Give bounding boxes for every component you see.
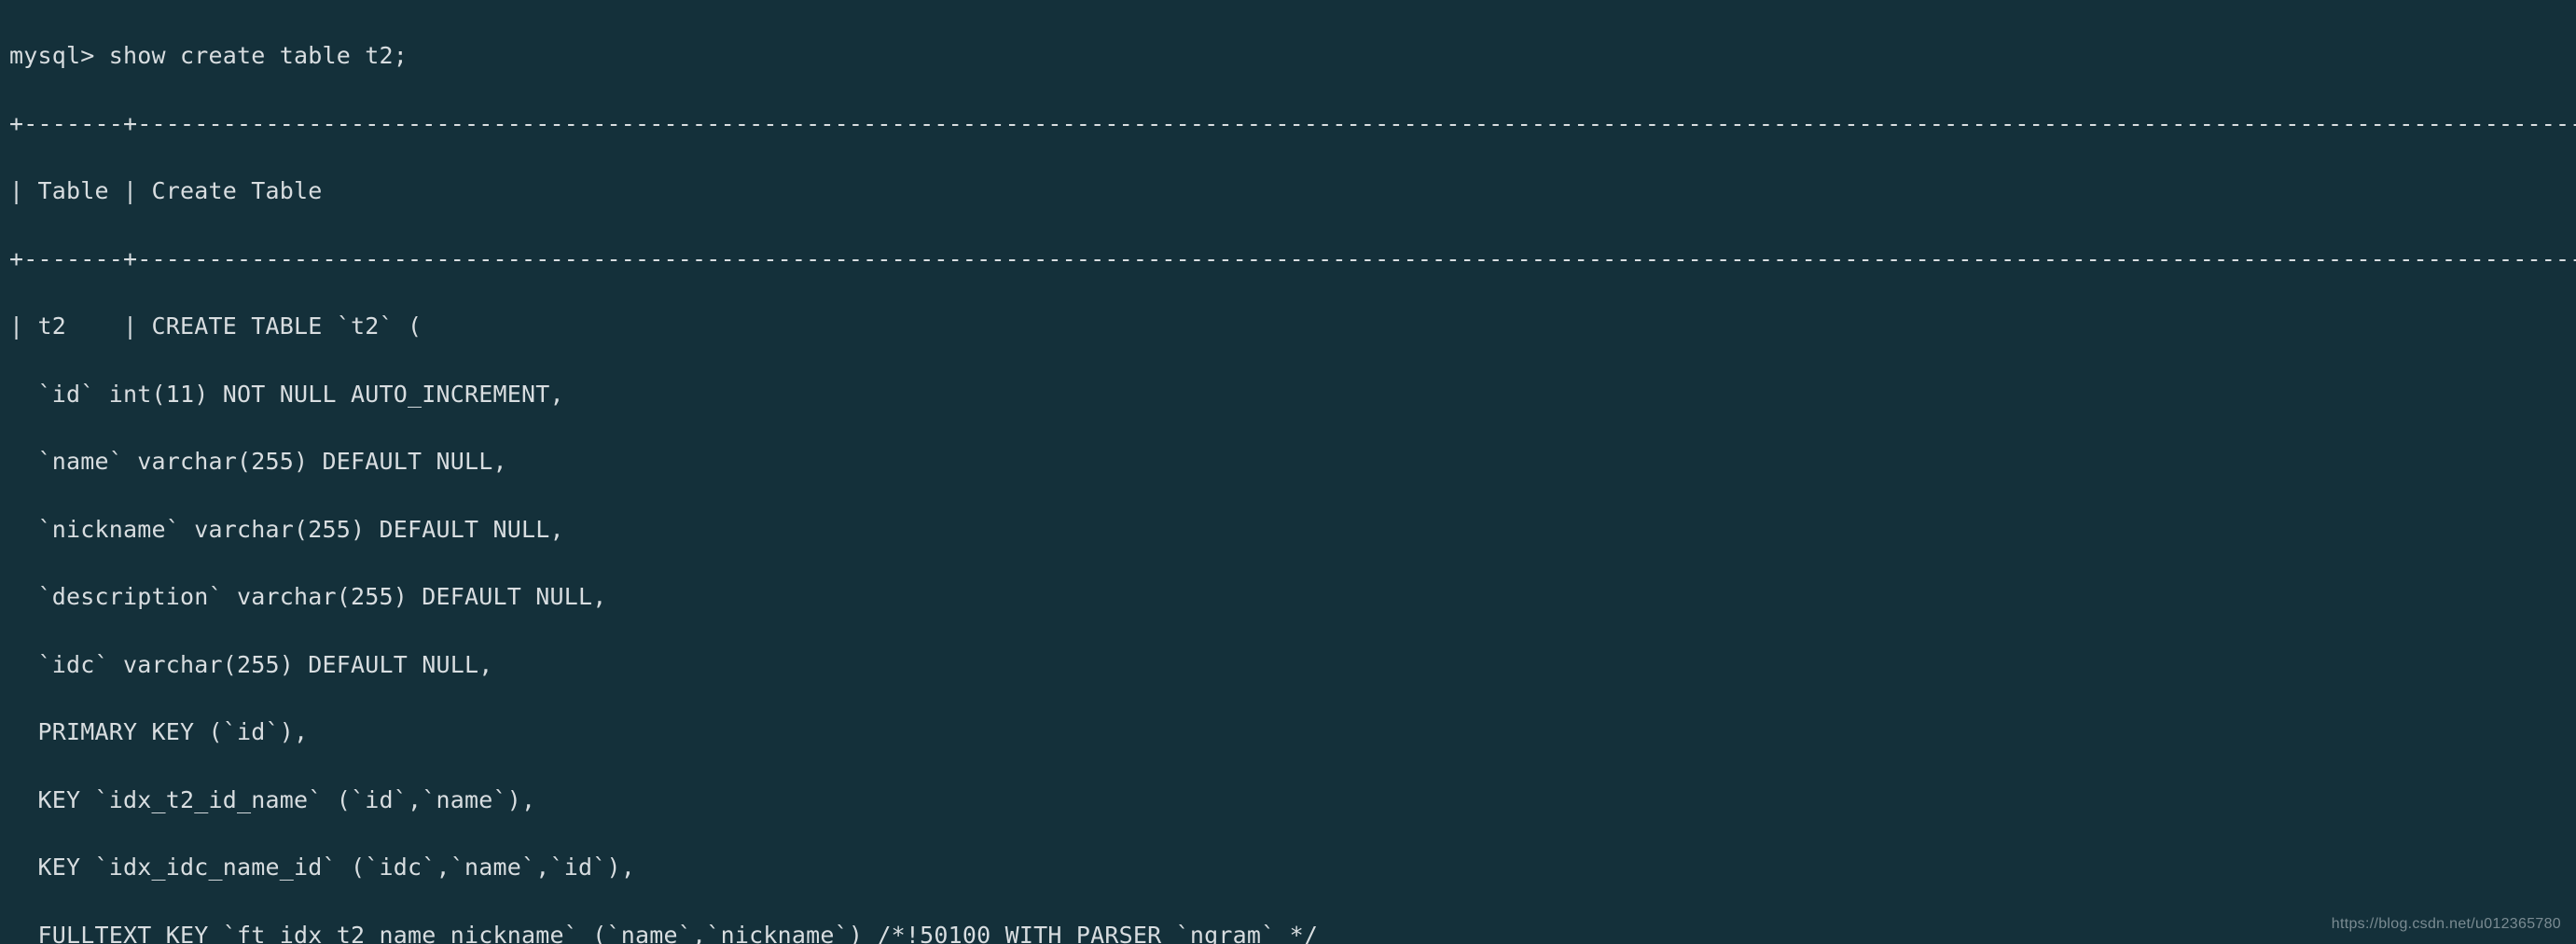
mysql-prompt: mysql> xyxy=(9,42,95,69)
terminal-output[interactable]: mysql> show create table t2; +-------+--… xyxy=(0,0,2576,944)
prompt-line: mysql> show create table t2; xyxy=(9,39,2567,73)
table-border-top: +-------+-------------------------------… xyxy=(9,107,2567,141)
table-header: | Table | Create Table xyxy=(9,174,2567,208)
column-def-idc: `idc` varchar(255) DEFAULT NULL, xyxy=(9,648,2567,682)
primary-key-def: PRIMARY KEY (`id`), xyxy=(9,715,2567,749)
fulltext-index-def: FULLTEXT KEY `ft_idx_t2_name_nickname` (… xyxy=(9,919,2567,944)
index-def-1: KEY `idx_t2_id_name` (`id`,`name`), xyxy=(9,784,2567,817)
watermark-text: https://blog.csdn.net/u012365780 xyxy=(2332,913,2561,935)
column-def-id: `id` int(11) NOT NULL AUTO_INCREMENT, xyxy=(9,378,2567,411)
column-def-nickname: `nickname` varchar(255) DEFAULT NULL, xyxy=(9,513,2567,547)
column-def-description: `description` varchar(255) DEFAULT NULL, xyxy=(9,580,2567,614)
table-border-mid: +-------+-------------------------------… xyxy=(9,243,2567,276)
sql-command: show create table t2; xyxy=(109,42,408,69)
index-def-2: KEY `idx_idc_name_id` (`idc`,`name`,`id`… xyxy=(9,851,2567,884)
column-def-name: `name` varchar(255) DEFAULT NULL, xyxy=(9,445,2567,479)
create-table-row-start: | t2 | CREATE TABLE `t2` ( xyxy=(9,310,2567,343)
